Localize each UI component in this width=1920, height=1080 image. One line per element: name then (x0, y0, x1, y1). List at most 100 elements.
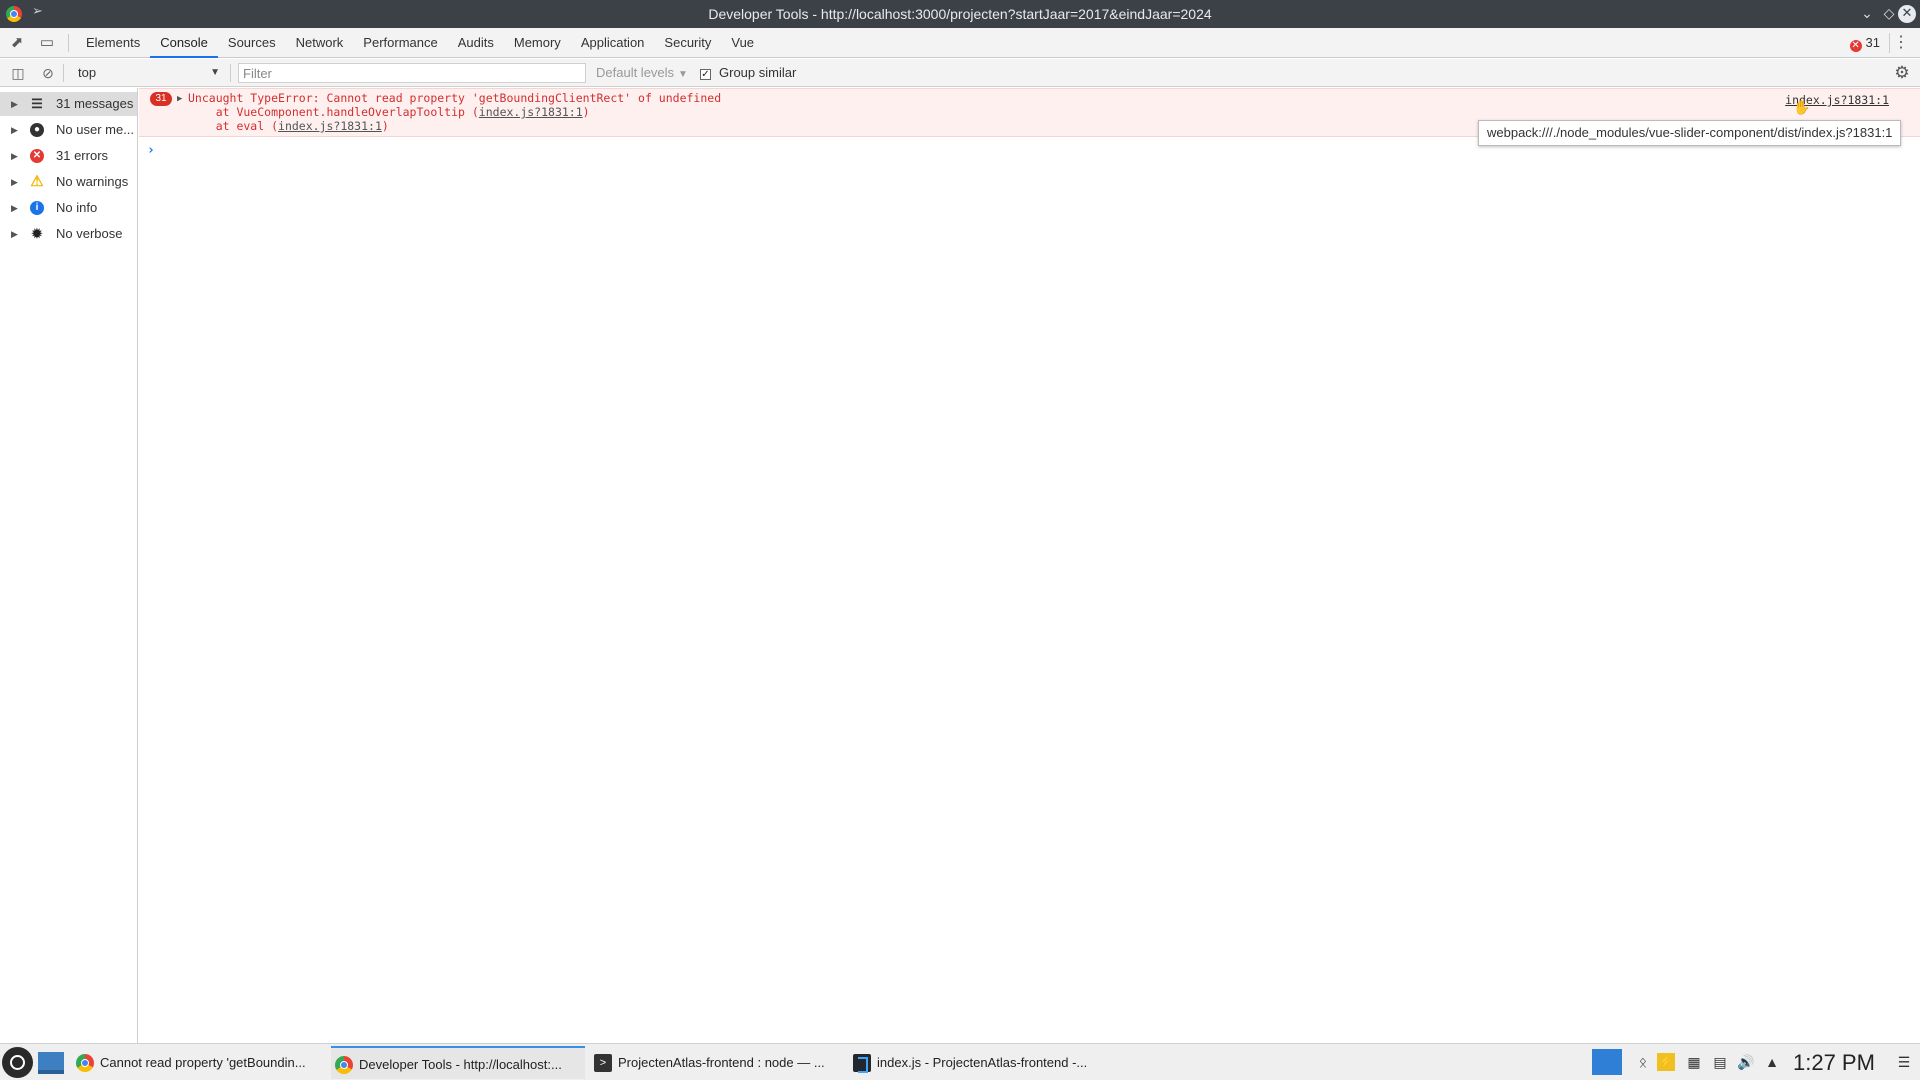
sidebar-item-warnings[interactable]: ▶ ⚠ No warnings (0, 170, 137, 194)
expand-arrow-icon[interactable]: ▶ (177, 94, 182, 104)
updates-icon[interactable]: ⚡ (1657, 1053, 1675, 1071)
tab-performance[interactable]: Performance (353, 28, 447, 58)
repeat-count-badge: 31 (150, 92, 172, 106)
divider (1889, 33, 1890, 53)
expand-arrow-icon[interactable]: ▶ (11, 196, 18, 220)
stack-frame-text: ) (381, 119, 389, 133)
bug-icon: ✹ (31, 226, 43, 241)
task-label: index.js - ProjectenAtlas-frontend -... (877, 1055, 1088, 1070)
error-icon: ✕ (30, 149, 44, 163)
expand-arrow-icon[interactable]: ▶ (11, 92, 18, 116)
sidebar-item-verbose[interactable]: ▶ ✹ No verbose (0, 222, 137, 246)
stack-frame: at VueComponent.handleOverlapTooltip (in… (188, 106, 590, 119)
gear-icon[interactable]: ⚙ (1892, 63, 1912, 83)
sidebar-item-info[interactable]: i ▶ No info (0, 196, 137, 220)
expand-arrow-icon[interactable]: ▶ (11, 118, 18, 142)
taskbar-task[interactable]: > ProjectenAtlas-frontend : node — ... (590, 1046, 844, 1079)
context-value: top (78, 65, 97, 80)
chrome-icon (335, 1056, 353, 1074)
taskbar-task-active[interactable]: Developer Tools - http://localhost:... (331, 1046, 585, 1079)
sidebar-item-label: No warnings (56, 174, 129, 189)
bluetooth-icon[interactable]: ᛟ (1632, 1050, 1654, 1074)
screen: ➢ Developer Tools - http://localhost:300… (0, 0, 1920, 1080)
sidebar-item-label: No info (56, 200, 98, 215)
error-count: 31 (1865, 35, 1880, 50)
tray-expand-icon[interactable]: ▲ (1761, 1050, 1783, 1074)
log-levels-label: Default levels (596, 65, 675, 80)
mouse-cursor-icon: ✋ (1793, 100, 1811, 116)
console-toolbar: ◫ ⊘ top ▼ Default levels▼ ✓Group similar… (0, 59, 1920, 87)
error-text: Uncaught TypeError: Cannot read property… (188, 91, 722, 105)
tab-application[interactable]: Application (571, 28, 655, 58)
console-prompt-icon[interactable]: › (147, 143, 155, 158)
maximize-icon[interactable]: ◇ (1878, 3, 1900, 25)
list-icon: ☰ (31, 96, 43, 111)
taskbar: Cannot read property 'getBoundin... Deve… (0, 1043, 1920, 1080)
task-label: Developer Tools - http://localhost:... (359, 1057, 562, 1072)
sidebar-item-label: 31 errors (56, 148, 109, 163)
inspect-element-icon[interactable]: ⬈ (8, 34, 26, 52)
group-similar-toggle[interactable]: ✓ Group similar (700, 65, 796, 80)
filter-input[interactable] (238, 63, 586, 83)
stack-frame-link[interactable]: index.js?1831:1 (278, 119, 382, 133)
sidebar-item-errors[interactable]: ▶ ✕ 31 errors (0, 144, 137, 168)
tab-network[interactable]: Network (286, 28, 354, 58)
divider (63, 64, 64, 82)
task-label: ProjectenAtlas-frontend : node — ... (618, 1055, 825, 1070)
window-title: Developer Tools - http://localhost:3000/… (708, 6, 1212, 22)
show-desktop-icon[interactable] (38, 1052, 64, 1074)
file-manager-icon[interactable] (1592, 1049, 1622, 1075)
task-label: Cannot read property 'getBoundin... (100, 1055, 306, 1070)
vscode-icon (853, 1054, 871, 1073)
devtools-tabs: Elements Console Sources Network Perform… (76, 28, 764, 58)
info-icon: i (30, 201, 44, 215)
volume-icon[interactable]: 🔊 (1735, 1050, 1757, 1074)
clock[interactable]: 1:27 PM (1793, 1048, 1875, 1078)
divider (230, 64, 231, 82)
tab-memory[interactable]: Memory (504, 28, 571, 58)
tab-audits[interactable]: Audits (448, 28, 504, 58)
start-menu-icon[interactable] (2, 1047, 33, 1078)
stack-frame-text: at eval ( (188, 119, 279, 133)
menu-icon[interactable]: ☰ (1893, 1050, 1915, 1074)
network-icon[interactable]: ▦ (1683, 1050, 1705, 1074)
devtools-tabbar: ⬈ ▭ Elements Console Sources Network Per… (0, 28, 1920, 58)
sidebar-item-label: No verbose (56, 226, 123, 241)
warning-icon: ⚠ (30, 173, 44, 190)
sidebar-item-label: 31 messages (56, 96, 134, 111)
stack-frame-text: at VueComponent.handleOverlapTooltip ( (188, 105, 479, 119)
close-icon[interactable]: ✕ (1898, 5, 1916, 23)
tab-vue[interactable]: Vue (721, 28, 764, 58)
window-titlebar: ➢ Developer Tools - http://localhost:300… (0, 0, 1920, 28)
log-levels-dropdown[interactable]: Default levels ▼ (596, 65, 688, 80)
source-tooltip: webpack:///./node_modules/vue-slider-com… (1478, 120, 1902, 146)
tab-sources[interactable]: Sources (218, 28, 286, 58)
tab-elements[interactable]: Elements (76, 28, 150, 58)
taskbar-task[interactable]: Cannot read property 'getBoundin... (72, 1046, 324, 1079)
expand-arrow-icon[interactable]: ▶ (11, 144, 18, 168)
taskbar-task[interactable]: index.js - ProjectenAtlas-frontend -... (849, 1046, 1103, 1079)
sidebar-toggle-icon[interactable]: ◫ (9, 64, 27, 82)
tab-security[interactable]: Security (654, 28, 721, 58)
stack-frame-link[interactable]: index.js?1831:1 (479, 105, 583, 119)
context-selector[interactable]: top ▼ (70, 63, 222, 83)
clear-console-icon[interactable]: ⊘ (39, 64, 57, 82)
dropdown-arrow-icon: ▼ (210, 67, 220, 78)
checkbox-checked-icon[interactable]: ✓ (700, 69, 711, 80)
terminal-icon: > (594, 1054, 612, 1072)
divider (68, 34, 69, 52)
device-toolbar-icon[interactable]: ▭ (38, 34, 56, 52)
user-icon: ● (30, 123, 44, 137)
sidebar-item-messages[interactable]: ▶ ☰ 31 messages (0, 92, 137, 116)
expand-arrow-icon[interactable]: ▶ (11, 170, 18, 194)
sidebar-item-label: No user me... (56, 122, 135, 137)
chrome-icon (76, 1054, 94, 1072)
clipboard-icon[interactable]: ▤ (1709, 1050, 1731, 1074)
minimize-icon[interactable]: ⌄ (1856, 3, 1878, 25)
sidebar-item-user-messages[interactable]: ▶ ● No user me... (0, 118, 137, 142)
tab-console[interactable]: Console (150, 28, 218, 58)
error-counter[interactable]: ✕ 31 (1849, 35, 1880, 52)
console-output: 31 ▶ Uncaught TypeError: Cannot read pro… (139, 88, 1920, 1043)
expand-arrow-icon[interactable]: ▶ (11, 222, 18, 246)
more-options-icon[interactable]: ⋮ (1892, 33, 1910, 53)
